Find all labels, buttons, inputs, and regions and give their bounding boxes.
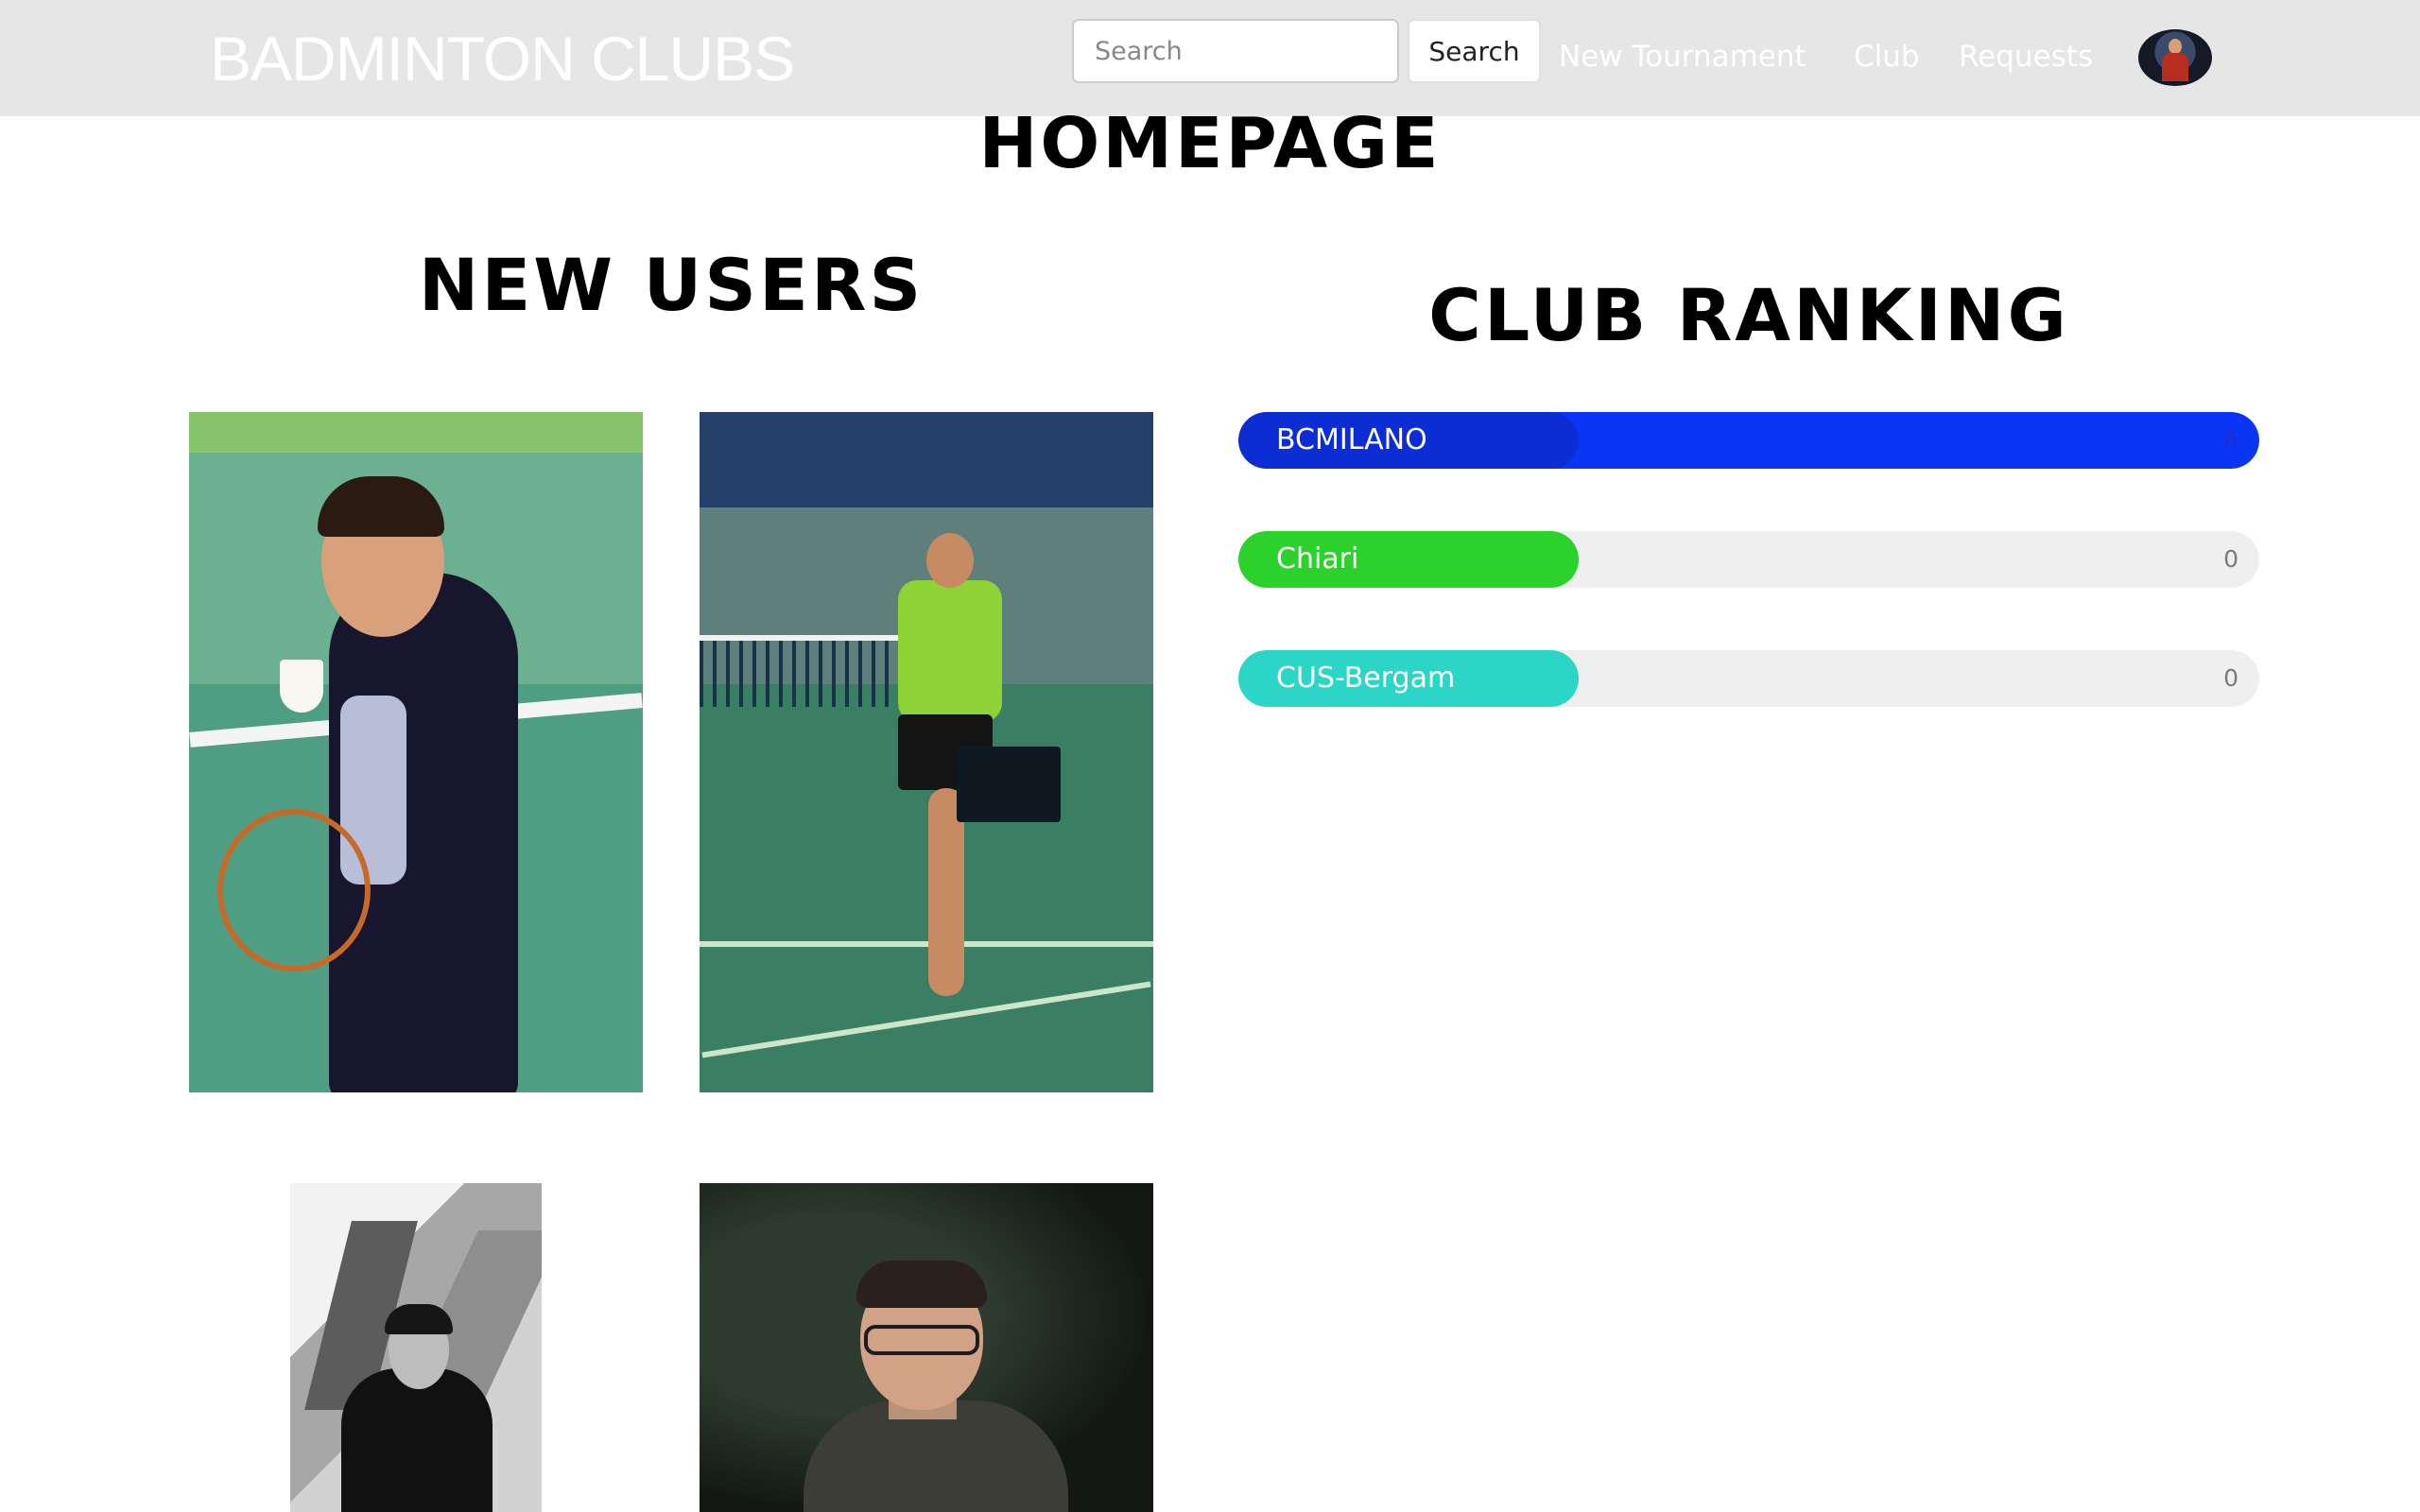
page-title: HOMEPAGE: [978, 103, 1442, 184]
player-head: [926, 533, 974, 588]
scoreboard: [957, 747, 1061, 822]
new-user-photo[interactable]: [290, 1183, 542, 1512]
ranking-row-cus-bergam[interactable]: CUS-Bergam 0: [1238, 650, 2259, 707]
person-hair: [856, 1261, 987, 1308]
ranking-points: 6: [2223, 426, 2238, 454]
player-shirt: [898, 580, 1002, 722]
court-line: [701, 981, 1151, 1058]
ranking-points: 0: [2223, 545, 2238, 573]
ranking-row-chiari[interactable]: Chiari 0: [1238, 531, 2259, 588]
court-line: [700, 941, 1153, 947]
shuttlecock: [280, 660, 323, 713]
person-cap: [385, 1304, 453, 1334]
search-input[interactable]: [1072, 19, 1399, 83]
ranking-points: 0: [2223, 664, 2238, 692]
new-user-photo[interactable]: [189, 412, 643, 1092]
avatar-head: [2169, 39, 2182, 54]
nav-new-tournament[interactable]: New Tournament: [1559, 36, 1806, 77]
avatar-body: [2162, 53, 2188, 81]
brand-title[interactable]: BADMINTON CLUBS: [210, 21, 795, 96]
new-users-title: NEW USERS: [418, 243, 925, 327]
ranking-club-name: BCMILANO: [1238, 412, 1579, 469]
racket: [217, 809, 371, 971]
avatar[interactable]: [2138, 29, 2212, 86]
new-user-photo[interactable]: [700, 412, 1153, 1092]
person-glasses: [864, 1325, 979, 1355]
ranking-club-name: CUS-Bergam: [1238, 650, 1579, 707]
club-ranking-title: CLUB RANKING: [1428, 273, 2069, 357]
nav-requests[interactable]: Requests: [1959, 36, 2093, 77]
ranking-row-bcmilano[interactable]: BCMILANO 6: [1238, 412, 2259, 469]
player-hair: [318, 476, 444, 537]
nav-club[interactable]: Club: [1854, 36, 1920, 77]
ranking-club-name: Chiari: [1238, 531, 1579, 588]
search-button[interactable]: Search: [1408, 19, 1541, 83]
new-user-photo[interactable]: [700, 1183, 1153, 1512]
person-body: [341, 1368, 493, 1512]
